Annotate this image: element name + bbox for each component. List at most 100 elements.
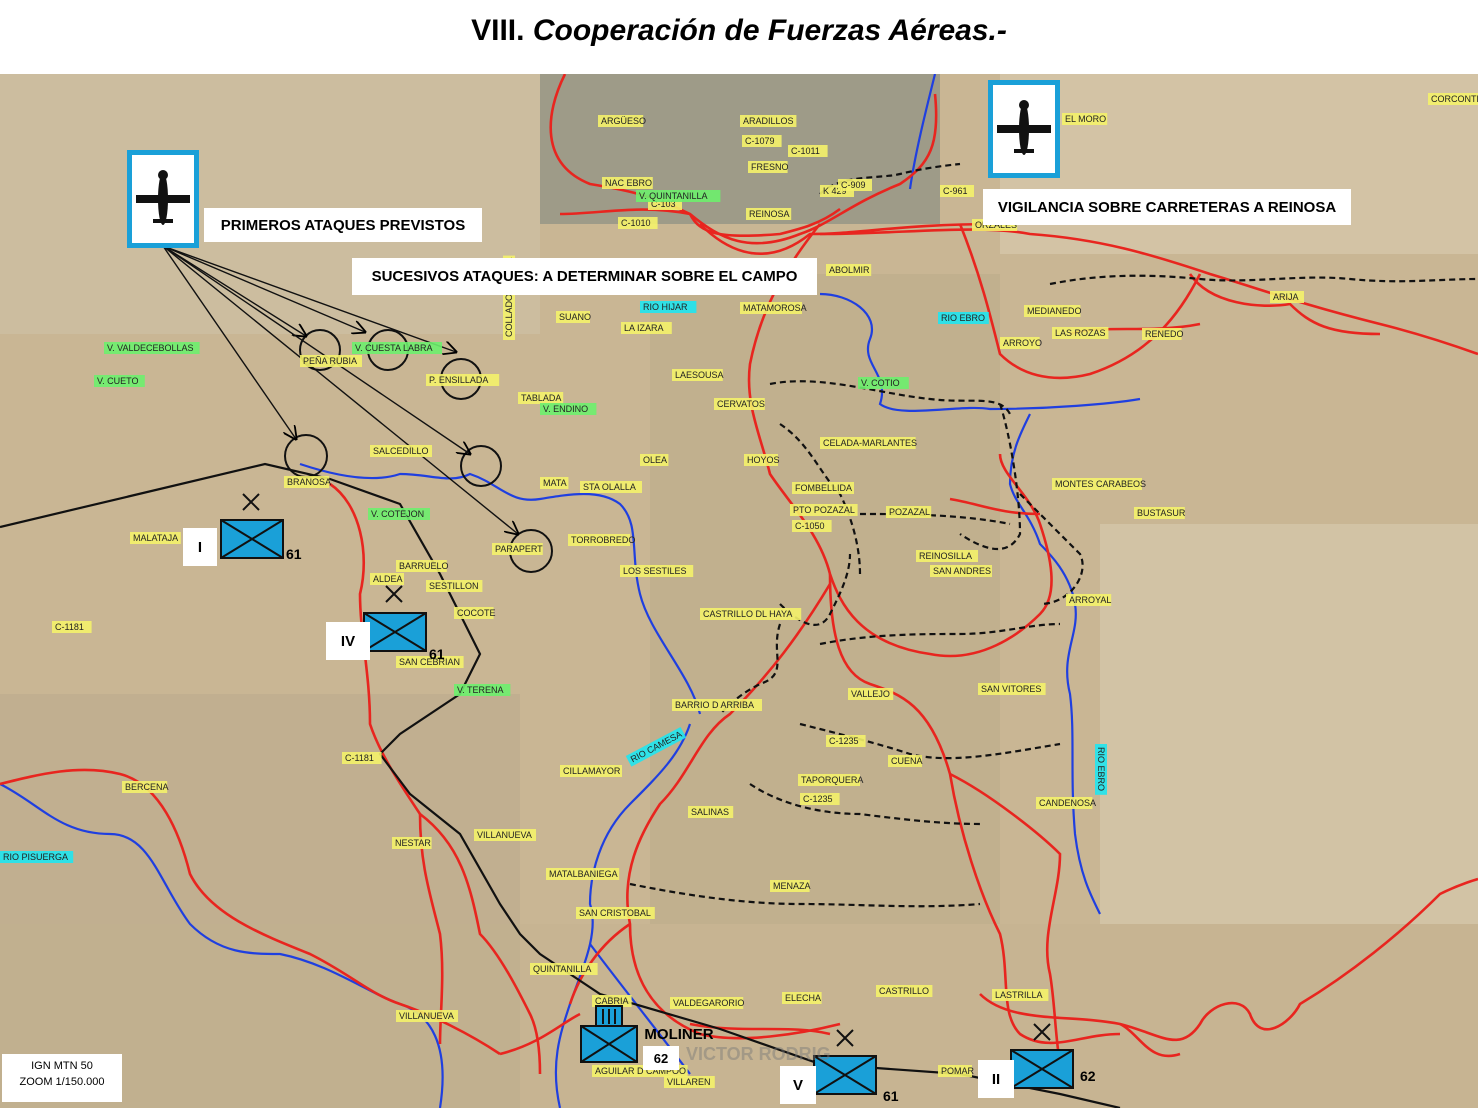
unit-label-moliner: MOLINER: [644, 1025, 714, 1043]
aircraft-box-east: [988, 80, 1060, 178]
river-label: RIO EBRO: [938, 312, 989, 324]
place-label: REINOSA: [746, 208, 792, 220]
vertice-label: V. COTIO: [858, 377, 909, 389]
place-label: RENEDO: [1142, 328, 1184, 340]
unit-symbol-II: [1010, 1049, 1074, 1089]
place-label: VALLEJO: [848, 688, 894, 700]
place-label: C-1235: [826, 735, 866, 747]
svg-text:FOMBELLIDA: FOMBELLIDA: [795, 483, 852, 493]
svg-text:PEÑA RUBIA: PEÑA RUBIA: [303, 356, 357, 366]
place-label: CORCONTE: [1428, 93, 1478, 105]
svg-text:MATA: MATA: [543, 478, 567, 488]
svg-text:BRANOSA: BRANOSA: [287, 477, 331, 487]
svg-text:POMAR: POMAR: [941, 1066, 975, 1076]
svg-text:REINOSILLA: REINOSILLA: [919, 551, 972, 561]
svg-text:V. CUESTA LABRA: V. CUESTA LABRA: [355, 343, 433, 353]
place-label: SAN CRISTOBAL: [576, 907, 655, 919]
svg-text:ARROYO: ARROYO: [1003, 338, 1042, 348]
title-number: VIII.: [471, 14, 525, 47]
svg-text:V. VALDECEBOLLAS: V. VALDECEBOLLAS: [107, 343, 194, 353]
svg-text:BARRIO D ARRIBA: BARRIO D ARRIBA: [675, 700, 754, 710]
svg-text:C-1050: C-1050: [795, 521, 825, 531]
place-label: BRANOSA: [284, 476, 331, 488]
place-label: CANDENOSA: [1036, 797, 1096, 809]
svg-text:RIO EBRO: RIO EBRO: [941, 313, 985, 323]
place-label: CUENA: [888, 755, 923, 767]
place-label: SAN VITORES: [978, 683, 1046, 695]
svg-text:BARRUELO: BARRUELO: [399, 561, 449, 571]
svg-text:LOS SESTILES: LOS SESTILES: [623, 566, 687, 576]
place-label: COCOTE: [454, 607, 496, 619]
legend-scale: ZOOM 1/150.000: [19, 1076, 105, 1088]
place-label: TORROBREDO: [568, 534, 635, 546]
svg-text:OLEA: OLEA: [643, 455, 667, 465]
place-label: C-961: [940, 185, 974, 197]
river-label: RIO PISUERGA: [0, 851, 74, 863]
place-label: NESTAR: [392, 837, 432, 849]
svg-text:V. TERENA: V. TERENA: [457, 685, 504, 695]
svg-text:VILLANUEVA: VILLANUEVA: [399, 1011, 454, 1021]
svg-text:ARIJA: ARIJA: [1273, 292, 1299, 302]
place-label: ELECHA: [782, 992, 822, 1004]
svg-text:QUINTANILLA: QUINTANILLA: [533, 964, 591, 974]
vertice-label: V. CUESTA LABRA: [352, 342, 442, 354]
vertice-label: V. CUETO: [94, 375, 145, 387]
place-label: PEÑA RUBIA: [300, 355, 362, 367]
svg-text:ARGÜESO: ARGÜESO: [601, 116, 646, 126]
place-label: SALINAS: [688, 806, 734, 818]
svg-text:BUSTASUR: BUSTASUR: [1137, 508, 1186, 518]
svg-text:VILLANUEVA: VILLANUEVA: [477, 830, 532, 840]
place-label: BARRIO D ARRIBA: [672, 699, 762, 711]
place-label: MATAMOROSA: [740, 302, 807, 314]
place-label: LOS SESTILES: [620, 565, 694, 577]
svg-text:TORROBREDO: TORROBREDO: [571, 535, 635, 545]
place-label: PTO POZAZAL: [790, 504, 858, 516]
svg-text:MENAZA: MENAZA: [773, 881, 811, 891]
place-label: C-1011: [788, 145, 828, 157]
place-label: BERCENA: [122, 781, 169, 793]
svg-text:LAS ROZAS: LAS ROZAS: [1055, 328, 1106, 338]
unit-label-I: I: [183, 528, 217, 566]
place-label: SALCEDILLO: [370, 445, 432, 457]
place-label: C-909: [838, 179, 872, 191]
svg-text:MONTES CARABEOS: MONTES CARABEOS: [1055, 479, 1146, 489]
svg-text:C-1235: C-1235: [803, 794, 833, 804]
svg-text:MATALBANIEGA: MATALBANIEGA: [549, 869, 618, 879]
aircraft-icon: [997, 100, 1051, 155]
svg-text:CASTRILLO: CASTRILLO: [879, 986, 929, 996]
svg-text:MALATAJA: MALATAJA: [133, 533, 178, 543]
svg-text:LASTRILLA: LASTRILLA: [995, 990, 1043, 1000]
vertice-label: V. VALDECEBOLLAS: [104, 342, 200, 354]
place-label: FRESNO: [748, 161, 789, 173]
place-label: TABLADA: [518, 392, 564, 404]
place-label: SUANO: [556, 311, 591, 323]
place-label: MATA: [540, 477, 569, 489]
place-label: LA IZARA: [621, 322, 672, 334]
place-label: CILLAMAYOR: [560, 765, 622, 777]
unit-number-I: 61: [286, 546, 302, 562]
svg-text:LAESOUSA: LAESOUSA: [675, 370, 724, 380]
svg-text:V. ENDINO: V. ENDINO: [543, 404, 588, 414]
place-label: ALDEA: [370, 573, 404, 585]
watermark: VICTOR RODRIG: [686, 1044, 831, 1064]
svg-text:C-1010: C-1010: [621, 218, 651, 228]
svg-text:RIO HIJAR: RIO HIJAR: [643, 302, 688, 312]
place-label: ARROYAL: [1066, 594, 1111, 606]
svg-text:FRESNO: FRESNO: [751, 162, 789, 172]
svg-text:VILLAREN: VILLAREN: [667, 1077, 711, 1087]
place-label: C-1050: [792, 520, 832, 532]
svg-text:REINOSA: REINOSA: [749, 209, 790, 219]
place-label: C-1181: [342, 752, 382, 764]
svg-text:PTO POZAZAL: PTO POZAZAL: [793, 505, 855, 515]
svg-text:MATAMOROSA: MATAMOROSA: [743, 303, 807, 313]
place-label: VALDEGARORIO: [670, 997, 744, 1009]
unit-number-V: 61: [883, 1088, 899, 1104]
place-label: POZAZAL: [886, 506, 932, 518]
place-label: PARAPERT: [492, 543, 543, 555]
svg-text:C-1235: C-1235: [829, 736, 859, 746]
svg-text:SESTILLON: SESTILLON: [429, 581, 479, 591]
place-label: NAC EBRO: [602, 177, 653, 189]
svg-text:SAN CRISTOBAL: SAN CRISTOBAL: [579, 908, 651, 918]
place-label: EL MORO: [1062, 113, 1108, 125]
place-label: SAN ANDRES: [930, 565, 992, 577]
